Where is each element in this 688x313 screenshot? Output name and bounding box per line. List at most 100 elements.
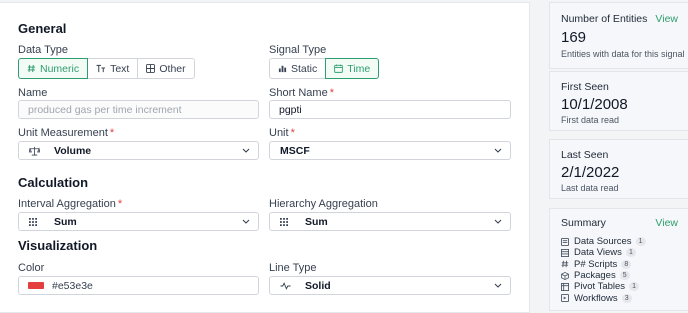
first-seen-date: 10/1/2008 — [561, 96, 628, 113]
interval-aggregation-label-text: Interval Aggregation — [18, 198, 116, 210]
chevron-down-icon — [242, 218, 250, 226]
data-type-other-label: Other — [159, 62, 186, 75]
interval-aggregation-label: Interval Aggregation * — [18, 198, 122, 210]
hash-icon — [561, 260, 570, 268]
required-mark: * — [329, 87, 334, 99]
line-chart-icon — [280, 281, 294, 290]
data-type-label: Data Type — [18, 44, 68, 56]
interval-aggregation-value: Sum — [54, 215, 77, 228]
summary-list: Data Sources 1 Data Views 1 P# Scripts 8… — [561, 236, 681, 304]
line-type-select[interactable]: Solid — [269, 276, 511, 295]
signal-type-label: Signal Type — [269, 44, 327, 56]
chevron-down-icon — [494, 282, 502, 290]
short-name-label: Short Name * — [269, 87, 334, 99]
last-seen-title: Last Seen — [561, 149, 609, 161]
chevron-down-icon — [494, 147, 502, 155]
visualization-section-title: Visualization — [18, 238, 98, 253]
required-mark: * — [290, 127, 295, 139]
chevron-down-icon — [242, 147, 250, 155]
hash-icon — [27, 64, 36, 73]
short-name-field-wrapper — [269, 100, 511, 119]
summary-item-data-views[interactable]: Data Views 1 — [561, 247, 681, 258]
line-type-value: Solid — [305, 279, 331, 292]
unit-value: MSCF — [280, 144, 310, 157]
first-seen-description: First data read — [561, 115, 620, 125]
required-mark: * — [109, 127, 115, 139]
data-source-icon — [561, 237, 570, 246]
count-badge: 1 — [629, 282, 640, 292]
signal-type-segmented: Static Time — [269, 58, 380, 79]
color-swatch[interactable] — [28, 282, 44, 289]
grid-icon — [146, 64, 156, 73]
color-value: #e53e3e — [52, 279, 93, 292]
summary-item-data-sources[interactable]: Data Sources 1 — [561, 236, 681, 247]
summary-view-link[interactable]: View — [655, 217, 678, 229]
first-seen-card: First Seen 10/1/2008 First data read — [549, 71, 688, 131]
unit-measurement-label: Unit Measurement * — [18, 127, 114, 139]
count-badge: 8 — [621, 259, 632, 269]
data-type-numeric-label: Numeric — [40, 62, 80, 75]
hierarchy-aggregation-select[interactable]: Sum — [269, 212, 511, 231]
summary-item-pivot-tables[interactable]: Pivot Tables 1 — [561, 281, 681, 292]
summary-item-label: Packages — [574, 270, 616, 282]
table-icon — [561, 282, 570, 291]
package-icon — [561, 271, 570, 280]
name-field-wrapper — [18, 100, 259, 119]
hierarchy-aggregation-label: Hierarchy Aggregation — [269, 198, 378, 210]
general-section-title: General — [18, 21, 67, 36]
text-icon — [96, 64, 106, 73]
count-badge: 3 — [621, 293, 632, 303]
summary-item-label: Workflows — [574, 292, 618, 304]
summary-item-label: Pivot Tables — [574, 281, 626, 293]
entities-count: 169 — [561, 29, 587, 46]
signal-type-static-button[interactable]: Static — [269, 58, 327, 79]
unit-select[interactable]: MSCF — [269, 141, 511, 160]
unit-label-text: Unit — [269, 127, 289, 139]
workflow-icon — [561, 294, 570, 303]
hierarchy-aggregation-value: Sum — [305, 215, 328, 228]
signal-form-card: General Data Type Numeric Text Other Sig… — [0, 2, 530, 313]
last-seen-description: Last data read — [561, 183, 619, 193]
signal-type-time-button[interactable]: Time — [325, 58, 380, 79]
unit-measurement-value: Volume — [54, 144, 92, 157]
entities-card: Number of Entities View 169 Entities wit… — [549, 2, 688, 69]
summary-item-label: Data Views — [574, 247, 622, 259]
data-type-numeric-button[interactable]: Numeric — [18, 58, 89, 79]
entities-view-link[interactable]: View — [655, 13, 678, 25]
unit-measurement-select[interactable]: Volume — [18, 141, 259, 160]
line-type-label: Line Type — [269, 262, 317, 274]
data-type-text-label: Text — [110, 62, 130, 75]
summary-item-workflows[interactable]: Workflows 3 — [561, 292, 681, 304]
signal-type-time-label: Time — [347, 62, 371, 75]
signal-type-static-label: Static — [291, 62, 318, 75]
short-name-input[interactable] — [279, 103, 501, 116]
unit-label: Unit * — [269, 127, 295, 139]
entities-title: Number of Entities — [561, 13, 648, 25]
interval-aggregation-select[interactable]: Sum — [18, 212, 259, 231]
last-seen-card: Last Seen 2/1/2022 Last data read — [549, 139, 688, 199]
entities-description: Entities with data for this signal — [561, 49, 685, 59]
data-type-text-button[interactable]: Text — [87, 58, 139, 79]
name-label: Name — [18, 87, 48, 99]
last-seen-date: 2/1/2022 — [561, 164, 620, 181]
required-mark: * — [117, 198, 123, 210]
count-badge: 1 — [635, 237, 646, 247]
data-type-other-button[interactable]: Other — [137, 58, 195, 79]
chevron-down-icon — [494, 218, 502, 226]
summary-title: Summary — [561, 217, 606, 229]
summary-card: Summary View Data Sources 1 Data Views 1… — [549, 208, 688, 311]
summary-item-packages[interactable]: Packages 5 — [561, 270, 681, 281]
unit-measurement-label-text: Unit Measurement — [18, 127, 108, 139]
summary-item-scripts[interactable]: P# Scripts 8 — [561, 259, 681, 270]
color-picker-field[interactable]: #e53e3e — [18, 276, 259, 295]
short-name-label-text: Short Name — [269, 87, 328, 99]
name-input[interactable] — [28, 103, 249, 116]
count-badge: 1 — [625, 248, 636, 258]
count-badge: 5 — [619, 271, 630, 281]
scale-icon — [29, 146, 43, 156]
bar-chart-icon — [278, 64, 287, 73]
first-seen-title: First Seen — [561, 81, 609, 93]
summary-item-label: Data Sources — [574, 236, 632, 248]
grid-dots-icon — [29, 217, 43, 226]
table-icon — [561, 248, 570, 257]
